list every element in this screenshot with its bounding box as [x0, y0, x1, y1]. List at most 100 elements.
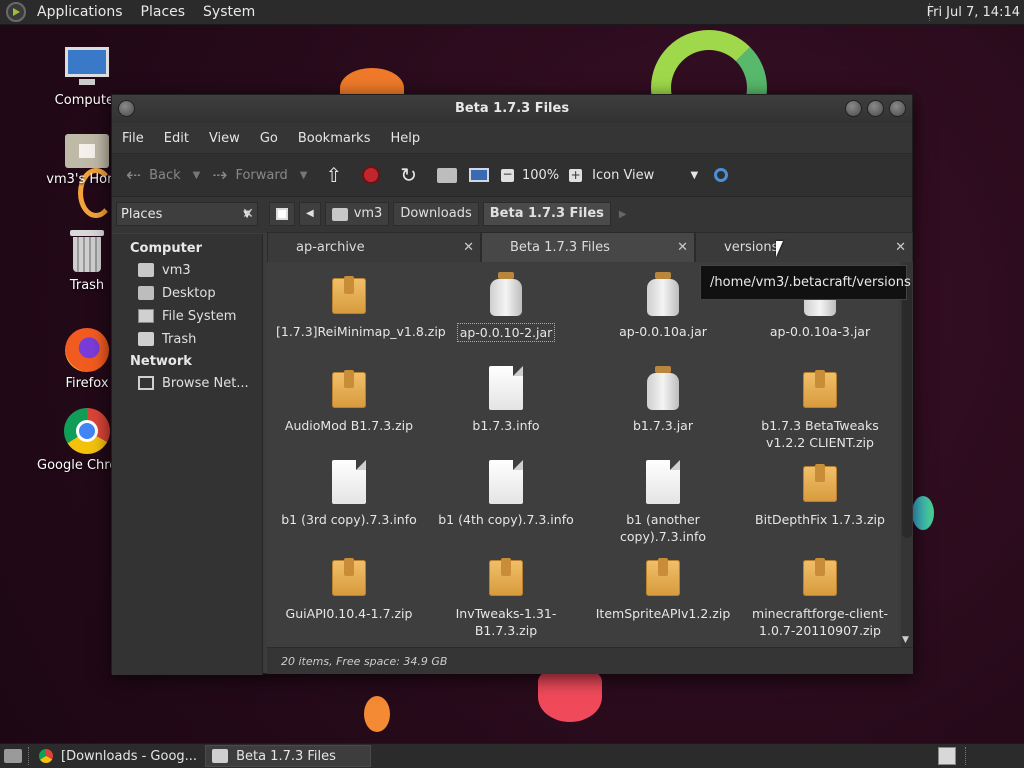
computer-icon	[468, 168, 489, 182]
breadcrumb-vm3[interactable]: vm3	[324, 202, 390, 226]
sidebar: Computer vm3 Desktop File System Trash N…	[112, 234, 263, 675]
forward-history-dropdown[interactable]: ▼	[300, 170, 308, 181]
sidebar-item-browse-network[interactable]: Browse Net...	[112, 372, 262, 395]
close-sidebar-icon[interactable]: ✕	[236, 202, 260, 226]
tab-label: Beta 1.7.3 Files	[510, 240, 610, 255]
document-icon	[431, 458, 581, 508]
minimize-button[interactable]	[845, 100, 862, 117]
system-menu[interactable]: System	[194, 0, 264, 25]
wallpaper-teal-blob	[912, 496, 934, 530]
tab-close-icon[interactable]: ✕	[895, 233, 906, 263]
workspace-switcher[interactable]	[938, 747, 956, 765]
taskbar-item-chrome[interactable]: [Downloads - Goog...	[33, 745, 203, 767]
clock[interactable]: Fri Jul 7, 14:14	[927, 0, 1020, 25]
file-item[interactable]: ap-0.0.10-2.jar	[431, 270, 581, 342]
applications-menu[interactable]: Applications	[28, 0, 132, 25]
show-desktop-icon[interactable]	[4, 749, 22, 763]
close-button[interactable]	[889, 100, 906, 117]
file-item[interactable]: [1.7.3]ReiMinimap_v1.8.zip	[274, 270, 446, 340]
breadcrumb-scroll-left[interactable]: ◀	[299, 202, 321, 226]
window-menu-button[interactable]	[118, 100, 135, 117]
window-title: Beta 1.7.3 Files	[454, 101, 570, 116]
up-arrow-icon: ⇧	[325, 163, 343, 187]
file-item[interactable]: ItemSpriteAPIv1.2.zip	[588, 552, 738, 622]
file-item[interactable]: GuiAPI0.10.4-1.7.zip	[274, 552, 424, 622]
sidebar-item-file-system[interactable]: File System	[112, 305, 262, 328]
file-item[interactable]: b1.7.3.info	[431, 364, 581, 434]
file-name: ap-0.0.10a.jar	[619, 324, 707, 339]
menu-go[interactable]: Go	[250, 131, 288, 146]
scrollbar-thumb[interactable]	[902, 280, 912, 538]
sidebar-heading-computer: Computer	[130, 241, 203, 256]
forward-button[interactable]: ⇢ Forward	[206, 159, 293, 191]
search-button[interactable]	[708, 159, 734, 191]
back-button[interactable]: ⇠ Back	[120, 159, 187, 191]
computer-button[interactable]	[463, 159, 495, 191]
up-button[interactable]: ⇧	[319, 159, 356, 191]
chrome-icon	[64, 408, 110, 454]
wallpaper-pink-blob	[538, 672, 602, 722]
tab-ap-archive[interactable]: ap-archive ✕	[267, 232, 481, 262]
file-name: b1 (4th copy).7.3.info	[438, 512, 574, 527]
file-name: InvTweaks-1.31-B1.7.3.zip	[455, 606, 557, 638]
back-history-dropdown[interactable]: ▼	[193, 170, 201, 181]
menu-file[interactable]: File	[112, 131, 154, 146]
taskbar-item-label: Beta 1.7.3 Files	[236, 748, 336, 764]
maximize-button[interactable]	[867, 100, 884, 117]
file-manager-window: Beta 1.7.3 Files File Edit View Go Bookm…	[111, 94, 913, 675]
sidebar-item-desktop[interactable]: Desktop	[112, 282, 262, 305]
stop-button[interactable]	[356, 159, 386, 191]
file-icon-view[interactable]: [1.7.3]ReiMinimap_v1.8.zip ap-0.0.10-2.ja…	[267, 262, 898, 647]
status-bar: 20 items, Free space: 34.9 GB	[267, 647, 913, 674]
reload-button[interactable]: ↻	[394, 159, 431, 191]
archive-icon	[745, 458, 895, 508]
file-item[interactable]: b1.7.3.jar	[588, 364, 738, 434]
file-item[interactable]: minecraftforge-client-1.0.7-20110907.zip	[745, 552, 895, 639]
file-item[interactable]: BitDepthFix 1.7.3.zip	[745, 458, 895, 528]
file-item[interactable]: b1 (3rd copy).7.3.info	[274, 458, 424, 528]
file-item[interactable]: b1.7.3 BetaTweaks v1.2.2 CLIENT.zip	[745, 364, 895, 451]
vertical-scrollbar[interactable]: ▼	[901, 262, 913, 647]
menu-edit[interactable]: Edit	[154, 131, 199, 146]
zoom-level[interactable]: 100%	[522, 168, 559, 183]
archive-icon	[745, 364, 895, 414]
zoom-in-icon: +	[569, 167, 583, 182]
panel-separator	[965, 747, 968, 765]
file-item[interactable]: InvTweaks-1.31-B1.7.3.zip	[431, 552, 581, 639]
zoom-out-button[interactable]: −	[495, 159, 520, 191]
file-item[interactable]: AudioMod B1.7.3.zip	[274, 364, 424, 434]
tab-versions[interactable]: versions ✕	[695, 232, 913, 262]
zoom-in-button[interactable]: +	[565, 159, 586, 191]
breadcrumb-label: vm3	[353, 206, 383, 221]
tab-tooltip: /home/vm3/.betacraft/versions	[700, 265, 911, 300]
zoom-out-icon: −	[500, 166, 514, 182]
trash-icon	[70, 230, 104, 274]
home-button[interactable]	[431, 159, 463, 191]
file-item[interactable]: b1 (another copy).7.3.info	[588, 458, 738, 545]
breadcrumb-current[interactable]: Beta 1.7.3 Files	[482, 202, 611, 226]
places-menu[interactable]: Places	[132, 0, 195, 25]
edit-location-button[interactable]	[269, 202, 295, 226]
taskbar-item-file-manager[interactable]: Beta 1.7.3 Files	[205, 745, 372, 767]
tab-close-icon[interactable]: ✕	[677, 233, 688, 263]
archive-icon	[274, 364, 424, 414]
breadcrumb-scroll-right[interactable]: ▶	[619, 209, 627, 220]
file-name: GuiAPI0.10.4-1.7.zip	[285, 606, 413, 621]
menu-bookmarks[interactable]: Bookmarks	[288, 131, 381, 146]
tab-beta-files[interactable]: Beta 1.7.3 Files ✕	[481, 232, 695, 262]
panel-separator	[28, 747, 31, 765]
menu-view[interactable]: View	[199, 131, 250, 146]
file-item[interactable]: b1 (4th copy).7.3.info	[431, 458, 581, 528]
breadcrumb-downloads[interactable]: Downloads	[393, 202, 479, 226]
scroll-down-arrow[interactable]: ▼	[902, 635, 909, 645]
window-titlebar[interactable]: Beta 1.7.3 Files	[112, 95, 912, 123]
sidebar-item-trash[interactable]: Trash	[112, 328, 262, 351]
menubar: File Edit View Go Bookmarks Help	[112, 123, 912, 153]
folder-icon	[212, 749, 229, 763]
tab-close-icon[interactable]: ✕	[463, 233, 474, 263]
view-mode-select[interactable]: Icon View ▼	[586, 159, 704, 191]
distro-logo-icon[interactable]	[6, 2, 26, 22]
sidebar-item-vm3[interactable]: vm3	[112, 259, 262, 282]
desktop-icon	[138, 286, 154, 300]
menu-help[interactable]: Help	[380, 131, 430, 146]
